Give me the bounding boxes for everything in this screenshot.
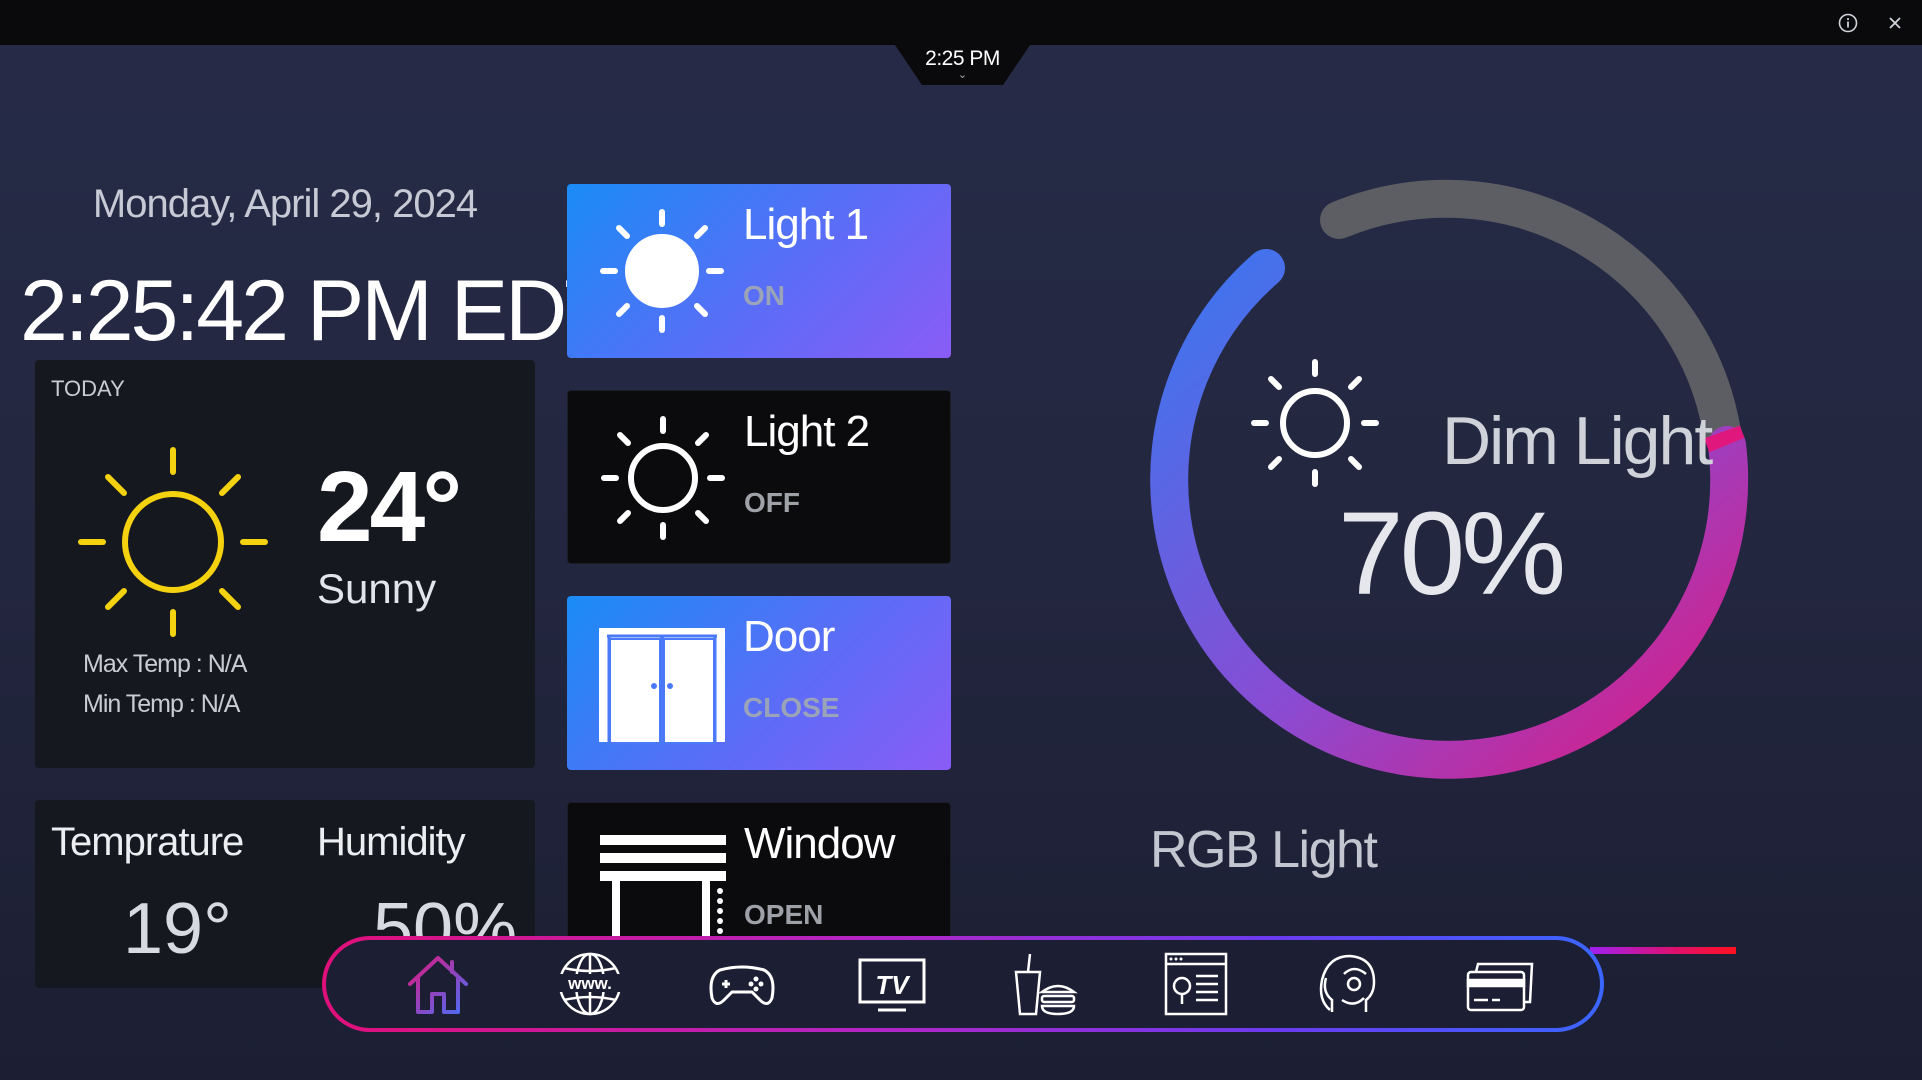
dim-light-label: Dim Light <box>1442 403 1713 479</box>
dial-level-arc-end <box>1704 425 1745 453</box>
weather-temperature: 24° <box>317 451 462 563</box>
sun-outline-icon <box>1251 359 1379 487</box>
dock-inner: www. TV <box>326 940 1600 1028</box>
today-label: TODAY <box>51 376 125 401</box>
close-icon[interactable] <box>1884 12 1906 34</box>
window-titlebar <box>0 0 1922 45</box>
www-icon[interactable]: www. <box>554 950 626 1018</box>
clock-pulldown-tab[interactable]: 2:25 PM ⌄ <box>895 45 1030 85</box>
info-icon[interactable] <box>1837 12 1859 34</box>
clock-time: 2:25 PM <box>925 47 1000 70</box>
tile-state: CLOSE <box>743 692 840 723</box>
support-icon[interactable] <box>1312 950 1384 1018</box>
www-text: www. <box>567 974 612 993</box>
news-icon[interactable] <box>1160 950 1232 1018</box>
temperature-value: 19° <box>123 889 232 969</box>
tile-name: Door <box>743 612 835 661</box>
tile-name: Light 1 <box>743 200 869 249</box>
home-icon[interactable] <box>402 950 474 1018</box>
current-date: Monday, April 29, 2024 <box>92 182 478 226</box>
sun-outline-icon <box>601 416 725 540</box>
dial-track <box>1320 179 1741 451</box>
weather-condition: Sunny <box>317 565 437 612</box>
tv-icon[interactable]: TV <box>856 950 928 1018</box>
tile-state: ON <box>743 280 785 311</box>
chevron-down-icon: ⌄ <box>957 69 968 81</box>
food-drink-icon[interactable] <box>1008 950 1080 1018</box>
min-temp: Min Temp : N/A <box>83 690 240 718</box>
door-icon <box>599 628 725 744</box>
rgb-slider-track[interactable] <box>1590 947 1736 954</box>
tv-text: TV <box>875 970 911 1000</box>
tile-name: Window <box>744 819 895 868</box>
gamepad-icon[interactable] <box>706 950 778 1018</box>
temperature-label: Temprature <box>51 820 244 864</box>
rgb-light-label: RGB Light <box>1150 821 1378 879</box>
tile-state: OFF <box>744 487 800 518</box>
bottom-dock: www. TV <box>322 936 1604 1032</box>
weather-card: TODAY 24° Sunny Max Temp : N/A Min Temp … <box>35 360 535 768</box>
tile-door[interactable]: Door CLOSE <box>567 596 951 770</box>
sun-icon <box>78 447 268 637</box>
tile-light-2[interactable]: Light 2 OFF <box>567 390 951 564</box>
current-time: 2:25:42 PM EDT <box>20 263 617 359</box>
tile-state: OPEN <box>744 899 824 930</box>
max-temp: Max Temp : N/A <box>83 650 247 678</box>
dim-light-value: 70% <box>1338 488 1566 620</box>
payment-card-icon[interactable] <box>1464 950 1536 1018</box>
tile-name: Light 2 <box>744 407 870 456</box>
humidity-label: Humidity <box>317 820 466 864</box>
tile-light-1[interactable]: Light 1 ON <box>567 184 951 358</box>
sun-icon <box>600 209 724 333</box>
